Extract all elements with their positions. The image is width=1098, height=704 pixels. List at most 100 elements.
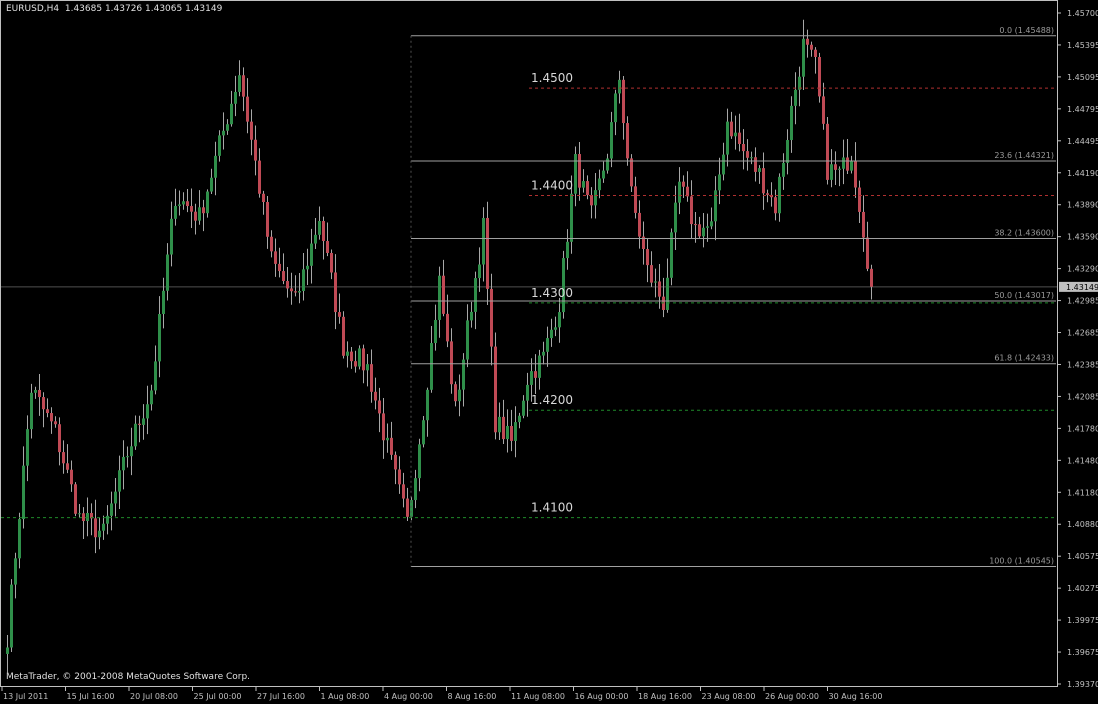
candle-body bbox=[266, 202, 269, 237]
candle-body bbox=[594, 190, 597, 206]
candle-body bbox=[74, 484, 77, 514]
price-axis[interactable]: 1.45700 1.45395 1.45095 1.44795 1.44495 1.441… bbox=[1057, 9, 1098, 689]
candle-body bbox=[718, 174, 721, 191]
fib-level-label: 0.0 (1.45488) bbox=[999, 26, 1054, 35]
candle-body bbox=[614, 93, 617, 123]
candle-body bbox=[246, 96, 249, 122]
round-level-label: 1.4100 bbox=[531, 501, 573, 515]
candle-body bbox=[814, 49, 817, 57]
candle-body bbox=[722, 154, 725, 175]
candle-body bbox=[10, 584, 13, 648]
y-tick-label: 1.45700 bbox=[1067, 9, 1098, 18]
candle-body bbox=[314, 234, 317, 244]
candle-body bbox=[822, 96, 825, 124]
candle-body bbox=[226, 124, 229, 131]
candle-body bbox=[830, 164, 833, 180]
candle-body bbox=[466, 320, 469, 360]
candle-body bbox=[618, 79, 621, 94]
candle-body bbox=[626, 123, 629, 159]
candle-body bbox=[858, 187, 861, 212]
candle-body bbox=[158, 314, 161, 362]
candle-body bbox=[250, 121, 253, 140]
candle-body bbox=[534, 371, 537, 378]
x-tick-label: 1 Aug 08:00 bbox=[321, 692, 370, 701]
candle-body bbox=[406, 498, 409, 517]
price-chart[interactable]: 0.0 (1.45488) 23.6 (1.44321) 38.2 (1.43600… bbox=[0, 0, 1098, 704]
candle-body bbox=[638, 212, 641, 237]
candle-body bbox=[66, 463, 69, 470]
x-tick-label: 13 Jul 2011 bbox=[3, 692, 48, 701]
candle-body bbox=[358, 348, 361, 367]
candle-body bbox=[454, 384, 457, 402]
candle-body bbox=[498, 416, 501, 433]
candle-body bbox=[586, 181, 589, 196]
candle-body bbox=[590, 195, 593, 206]
fib-level-label: 100.0 (1.40545) bbox=[989, 556, 1054, 565]
candle-body bbox=[474, 278, 477, 312]
round-level-label: 1.4300 bbox=[531, 286, 573, 300]
y-tick-label: 1.43590 bbox=[1067, 233, 1098, 242]
fibonacci-retracement[interactable]: 0.0 (1.45488) 23.6 (1.44321) 38.2 (1.43600… bbox=[410, 26, 1056, 567]
candle-body bbox=[122, 456, 125, 471]
candle-body bbox=[542, 351, 545, 356]
candle-body bbox=[310, 243, 313, 266]
fib-level-label: 50.0 (1.43017) bbox=[994, 291, 1054, 300]
candle-body bbox=[702, 227, 705, 237]
candles bbox=[6, 19, 873, 673]
candle-body bbox=[862, 211, 865, 238]
candle-body bbox=[834, 164, 837, 170]
x-tick-label: 25 Jul 00:00 bbox=[194, 692, 242, 701]
round-level-label: 1.4400 bbox=[531, 179, 573, 193]
candle-body bbox=[166, 254, 169, 291]
candle-body bbox=[46, 409, 49, 414]
candle-body bbox=[194, 211, 197, 221]
candle-body bbox=[506, 426, 509, 440]
candle-body bbox=[354, 361, 357, 367]
x-tick-label: 30 Aug 16:00 bbox=[829, 692, 883, 701]
y-tick-label: 1.44495 bbox=[1067, 137, 1098, 146]
time-axis[interactable]: 13 Jul 2011 15 Jul 16:00 20 Jul 08:00 25 Ju… bbox=[1, 686, 883, 701]
candle-body bbox=[334, 272, 337, 313]
candle-body bbox=[842, 157, 845, 169]
candle-body bbox=[794, 89, 797, 106]
candle-body bbox=[634, 186, 637, 213]
candle-body bbox=[110, 503, 113, 516]
candle-body bbox=[386, 437, 389, 441]
candle-body bbox=[514, 422, 517, 441]
candle-body bbox=[114, 491, 117, 504]
candle-body bbox=[178, 204, 181, 206]
y-tick-label: 1.44795 bbox=[1067, 105, 1098, 114]
candle-body bbox=[214, 155, 217, 178]
y-tick-label: 1.41180 bbox=[1067, 488, 1098, 497]
candle-body bbox=[270, 236, 273, 252]
candle-body bbox=[486, 217, 489, 289]
candle-body bbox=[202, 207, 205, 214]
candle-body bbox=[294, 291, 297, 293]
candle-body bbox=[398, 469, 401, 485]
candle-body bbox=[790, 105, 793, 141]
candle-body bbox=[14, 558, 17, 585]
y-tick-label: 1.40275 bbox=[1067, 584, 1098, 593]
candle-body bbox=[870, 268, 873, 287]
candle-body bbox=[290, 288, 293, 292]
y-tick-label: 1.45095 bbox=[1067, 73, 1098, 82]
y-tick-label: 1.43890 bbox=[1067, 201, 1098, 210]
candle-body bbox=[782, 162, 785, 177]
candle-body bbox=[654, 281, 657, 283]
y-tick-label: 1.39675 bbox=[1067, 648, 1098, 657]
ohlc-values: 1.43685 1.43726 1.43065 1.43149 bbox=[64, 4, 223, 14]
candle-body bbox=[186, 201, 189, 207]
y-tick-label: 1.40575 bbox=[1067, 552, 1098, 561]
candle-body bbox=[378, 400, 381, 414]
x-tick-label: 27 Jul 16:00 bbox=[257, 692, 305, 701]
x-tick-label: 4 Aug 00:00 bbox=[384, 692, 433, 701]
candle-body bbox=[126, 456, 129, 458]
candle-body bbox=[438, 275, 441, 320]
candle-body bbox=[650, 265, 653, 283]
x-tick-label: 16 Aug 00:00 bbox=[575, 692, 629, 701]
candle-body bbox=[18, 519, 21, 559]
round-level-label: 1.4200 bbox=[531, 393, 573, 407]
candle-body bbox=[734, 132, 737, 137]
candle-body bbox=[94, 518, 97, 538]
candle-body bbox=[602, 170, 605, 179]
